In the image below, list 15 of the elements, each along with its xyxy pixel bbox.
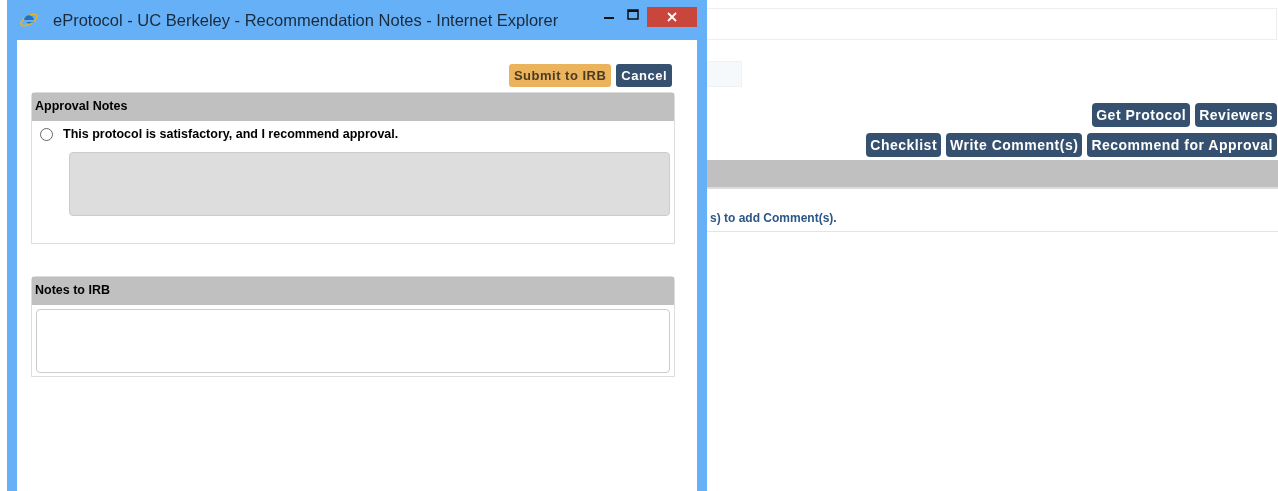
radio-button[interactable] bbox=[40, 127, 53, 141]
toolbar-button[interactable]: Get Protocol bbox=[1092, 103, 1191, 127]
info-message: s) to add Comment(s). bbox=[710, 211, 837, 225]
toolbar-button[interactable]: Recommend for Approval bbox=[1087, 133, 1277, 157]
toolbar-button[interactable]: Write Comment(s) bbox=[946, 133, 1083, 157]
close-button[interactable] bbox=[647, 7, 697, 27]
action-button[interactable]: Submit to IRB bbox=[508, 64, 612, 87]
toolbar-button[interactable]: Checklist bbox=[866, 133, 942, 157]
panel-heading: Notes to IRB bbox=[32, 277, 674, 305]
window-title: eProtocol - UC Berkeley - Recommendation Notes - Internet Explorer bbox=[53, 10, 560, 30]
panel-heading: Approval Notes bbox=[32, 93, 674, 121]
option-label: This protocol is satisfactory, and I recommend approval. bbox=[63, 127, 399, 141]
toolbar-button[interactable]: Reviewers bbox=[1195, 103, 1277, 127]
action-button[interactable]: Cancel bbox=[616, 64, 672, 87]
notes-field[interactable] bbox=[36, 309, 670, 373]
